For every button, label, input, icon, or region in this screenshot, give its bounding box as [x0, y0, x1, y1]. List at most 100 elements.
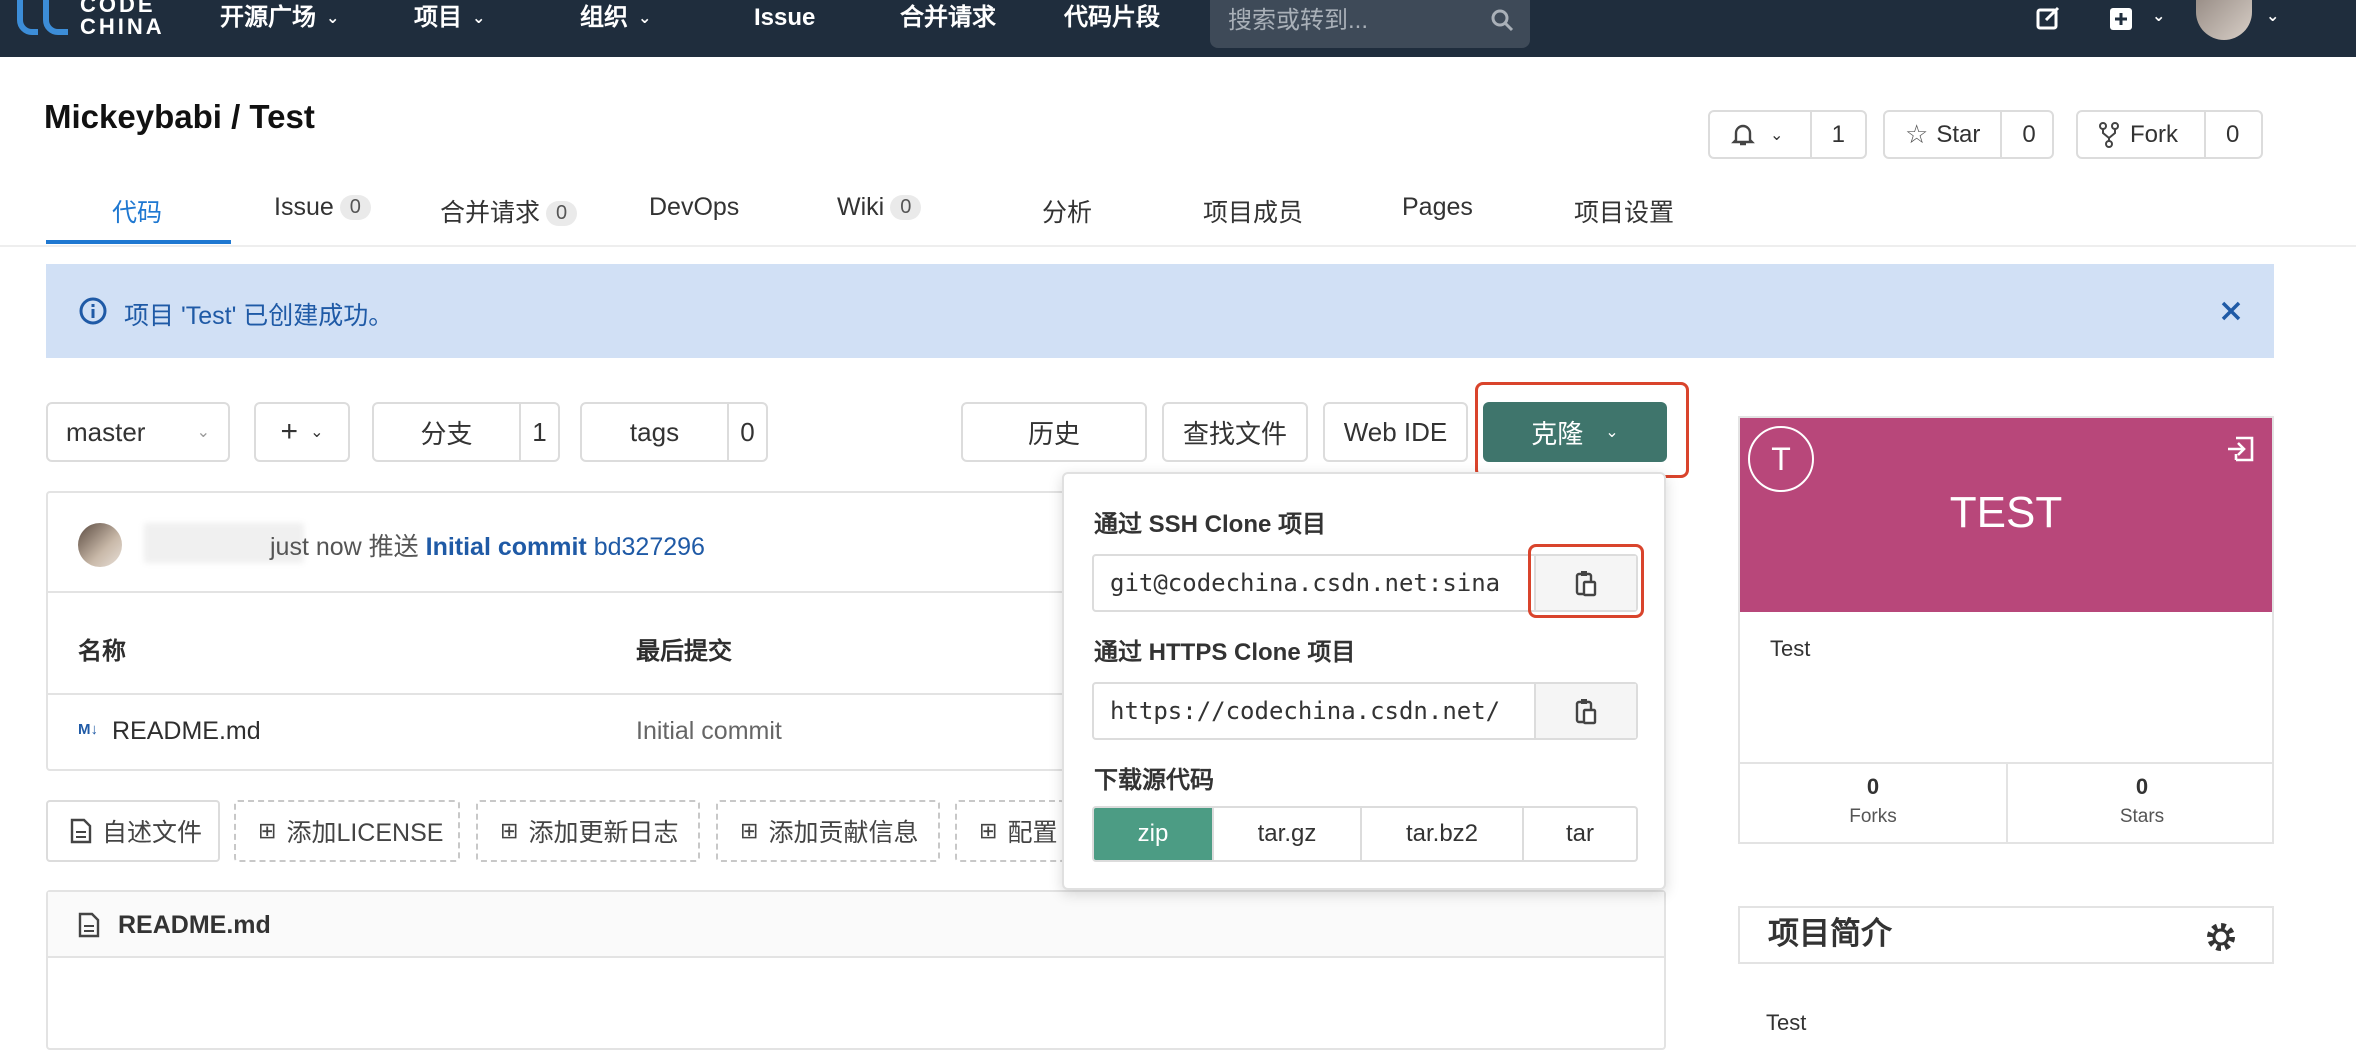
history-button[interactable]: 历史 [961, 402, 1147, 462]
highlight-box [1475, 382, 1689, 478]
close-icon[interactable] [2218, 298, 2244, 324]
tab-pages[interactable]: Pages [1402, 193, 1473, 222]
last-commit-row: just now 推送 Initial commit bd327296 [48, 493, 1064, 593]
project-name: TEST [1949, 488, 2063, 537]
edit-todo-icon[interactable] [2034, 4, 2064, 34]
configure-button[interactable]: ⊞ 配置 [955, 800, 1065, 862]
add-license-button[interactable]: ⊞ 添加LICENSE [234, 800, 460, 862]
plus-square-icon: ⊞ [740, 818, 759, 843]
star-button[interactable]: ☆ Star 0 [1883, 110, 2054, 159]
tab-settings[interactable]: 项目设置 [1574, 193, 1674, 229]
commit-hash-link[interactable]: bd327296 [594, 533, 705, 561]
commit-message-link[interactable]: Initial commit [426, 533, 587, 561]
tab-devops[interactable]: DevOps [649, 193, 739, 222]
star-toggle[interactable]: ☆ Star [1885, 112, 2000, 157]
stars-stat[interactable]: 0 Stars [2008, 764, 2276, 844]
open-project-icon[interactable] [2226, 434, 2256, 464]
project-description: Test [1770, 636, 1811, 661]
tab-analytics[interactable]: 分析 [1042, 193, 1092, 229]
user-avatar[interactable] [2196, 0, 2252, 40]
nav-snippets[interactable]: 代码片段 [1064, 0, 1160, 40]
codechina-logo-icon[interactable] [16, 0, 72, 44]
nav-projects[interactable]: 项目 ⌄ [414, 0, 485, 40]
tab-wiki[interactable]: Wiki 0 [837, 193, 922, 222]
https-clone-label: 通过 HTTPS Clone 项目 [1094, 639, 1356, 666]
download-tar-button[interactable]: tar [1522, 808, 1636, 860]
gear-icon[interactable] [2204, 920, 2238, 954]
nav-open-source[interactable]: 开源广场 ⌄ [220, 0, 339, 40]
avatar[interactable] [78, 523, 122, 567]
search-icon [1491, 9, 1514, 32]
search-input[interactable]: 搜索或转到... [1210, 0, 1530, 48]
notification-count: 1 [1809, 112, 1865, 157]
clipboard-icon [1575, 699, 1597, 725]
star-count[interactable]: 0 [2000, 112, 2055, 157]
nav-merge-requests[interactable]: 合并请求 [900, 0, 996, 40]
ssh-url-input[interactable]: git@codechina.csdn.net:sina [1094, 556, 1534, 610]
branches-button[interactable]: 分支 1 [372, 402, 560, 462]
chevron-down-icon: ⌄ [196, 424, 210, 441]
project-intro-header: 项目简介 [1738, 906, 2274, 964]
readme-panel: README.md [46, 890, 1666, 1050]
info-icon [79, 297, 107, 325]
readme-header: README.md [48, 892, 1664, 958]
https-url-field[interactable]: https://codechina.csdn.net/ [1092, 682, 1638, 740]
clone-dropdown-menu: 通过 SSH Clone 项目 git@codechina.csdn.net:s… [1062, 472, 1666, 890]
plus-square-icon[interactable] [2106, 4, 2136, 34]
project-avatar: T [1748, 426, 1814, 492]
fork-action[interactable]: Fork [2078, 112, 2204, 157]
download-source-label: 下载源代码 [1094, 767, 1214, 794]
plus-square-icon: ⊞ [500, 818, 519, 843]
nav-groups[interactable]: 组织 ⌄ [580, 0, 651, 40]
add-changelog-button[interactable]: ⊞ 添加更新日志 [476, 800, 700, 862]
success-alert: 项目 'Test' 已创建成功。 [46, 264, 2274, 358]
download-format-group: zip tar.gz tar.bz2 tar [1092, 806, 1638, 862]
download-tarbz2-button[interactable]: tar.bz2 [1360, 808, 1522, 860]
file-commit-message[interactable]: Initial commit [636, 717, 782, 746]
add-contributing-button[interactable]: ⊞ 添加贡献信息 [716, 800, 940, 862]
file-icon [70, 818, 92, 844]
readme-button[interactable]: 自述文件 [46, 800, 220, 862]
nav-issue[interactable]: Issue [754, 0, 815, 40]
plus-icon: + [280, 415, 299, 448]
download-zip-button[interactable]: zip [1094, 808, 1212, 860]
chevron-down-icon[interactable]: ⌄ [2142, 0, 2165, 38]
tab-issue[interactable]: Issue 0 [274, 193, 371, 222]
tab-merge-requests[interactable]: 合并请求 0 [440, 193, 578, 229]
fork-count[interactable]: 0 [2204, 112, 2259, 157]
file-icon [78, 912, 100, 938]
project-intro-text: Test [1766, 1010, 1807, 1035]
download-targz-button[interactable]: tar.gz [1212, 808, 1360, 860]
tab-members[interactable]: 项目成员 [1203, 193, 1303, 229]
plus-square-icon: ⊞ [979, 818, 998, 843]
highlight-box [1528, 544, 1644, 618]
chevron-down-icon: ⌄ [638, 10, 652, 27]
forks-stat[interactable]: 0 Forks [1740, 764, 2008, 844]
https-url-input[interactable]: https://codechina.csdn.net/ [1094, 684, 1534, 738]
tab-code[interactable]: 代码 [112, 193, 162, 229]
chevron-down-icon: ⌄ [326, 10, 340, 27]
file-link[interactable]: README.md [112, 717, 261, 746]
copy-https-button[interactable] [1534, 684, 1636, 738]
notification-dropdown[interactable]: ⌄ [1710, 112, 1810, 157]
add-dropdown[interactable]: + ⌄ [254, 402, 350, 462]
chevron-down-icon[interactable]: ⌄ [2256, 0, 2279, 38]
chevron-down-icon: ⌄ [1770, 126, 1784, 144]
chevron-down-icon: ⌄ [310, 424, 324, 441]
find-file-button[interactable]: 查找文件 [1162, 402, 1308, 462]
table-header: 名称 最后提交 [48, 593, 1064, 695]
alert-message: 项目 'Test' 已创建成功。 [124, 302, 394, 330]
file-list-panel: just now 推送 Initial commit bd327296 名称 最… [46, 491, 1066, 771]
top-navbar: CODE CHINA 开源广场 ⌄ 项目 ⌄ 组织 ⌄ Issue 合并请求 代码片段… [0, 0, 2356, 57]
chevron-down-icon: ⌄ [472, 10, 486, 27]
logo-text[interactable]: CODE CHINA [80, 0, 165, 38]
web-ide-button[interactable]: Web IDE [1323, 402, 1468, 462]
table-row: M↓ README.md Initial commit [48, 695, 1064, 771]
fork-button[interactable]: Fork 0 [2076, 110, 2263, 159]
col-last-commit-header: 最后提交 [636, 638, 732, 665]
tags-button[interactable]: tags 0 [580, 402, 768, 462]
notification-button[interactable]: ⌄ 1 [1708, 110, 1867, 159]
markdown-icon: M↓ [78, 721, 98, 738]
branch-select[interactable]: master ⌄ [46, 402, 230, 462]
col-name-header: 名称 [78, 638, 126, 665]
